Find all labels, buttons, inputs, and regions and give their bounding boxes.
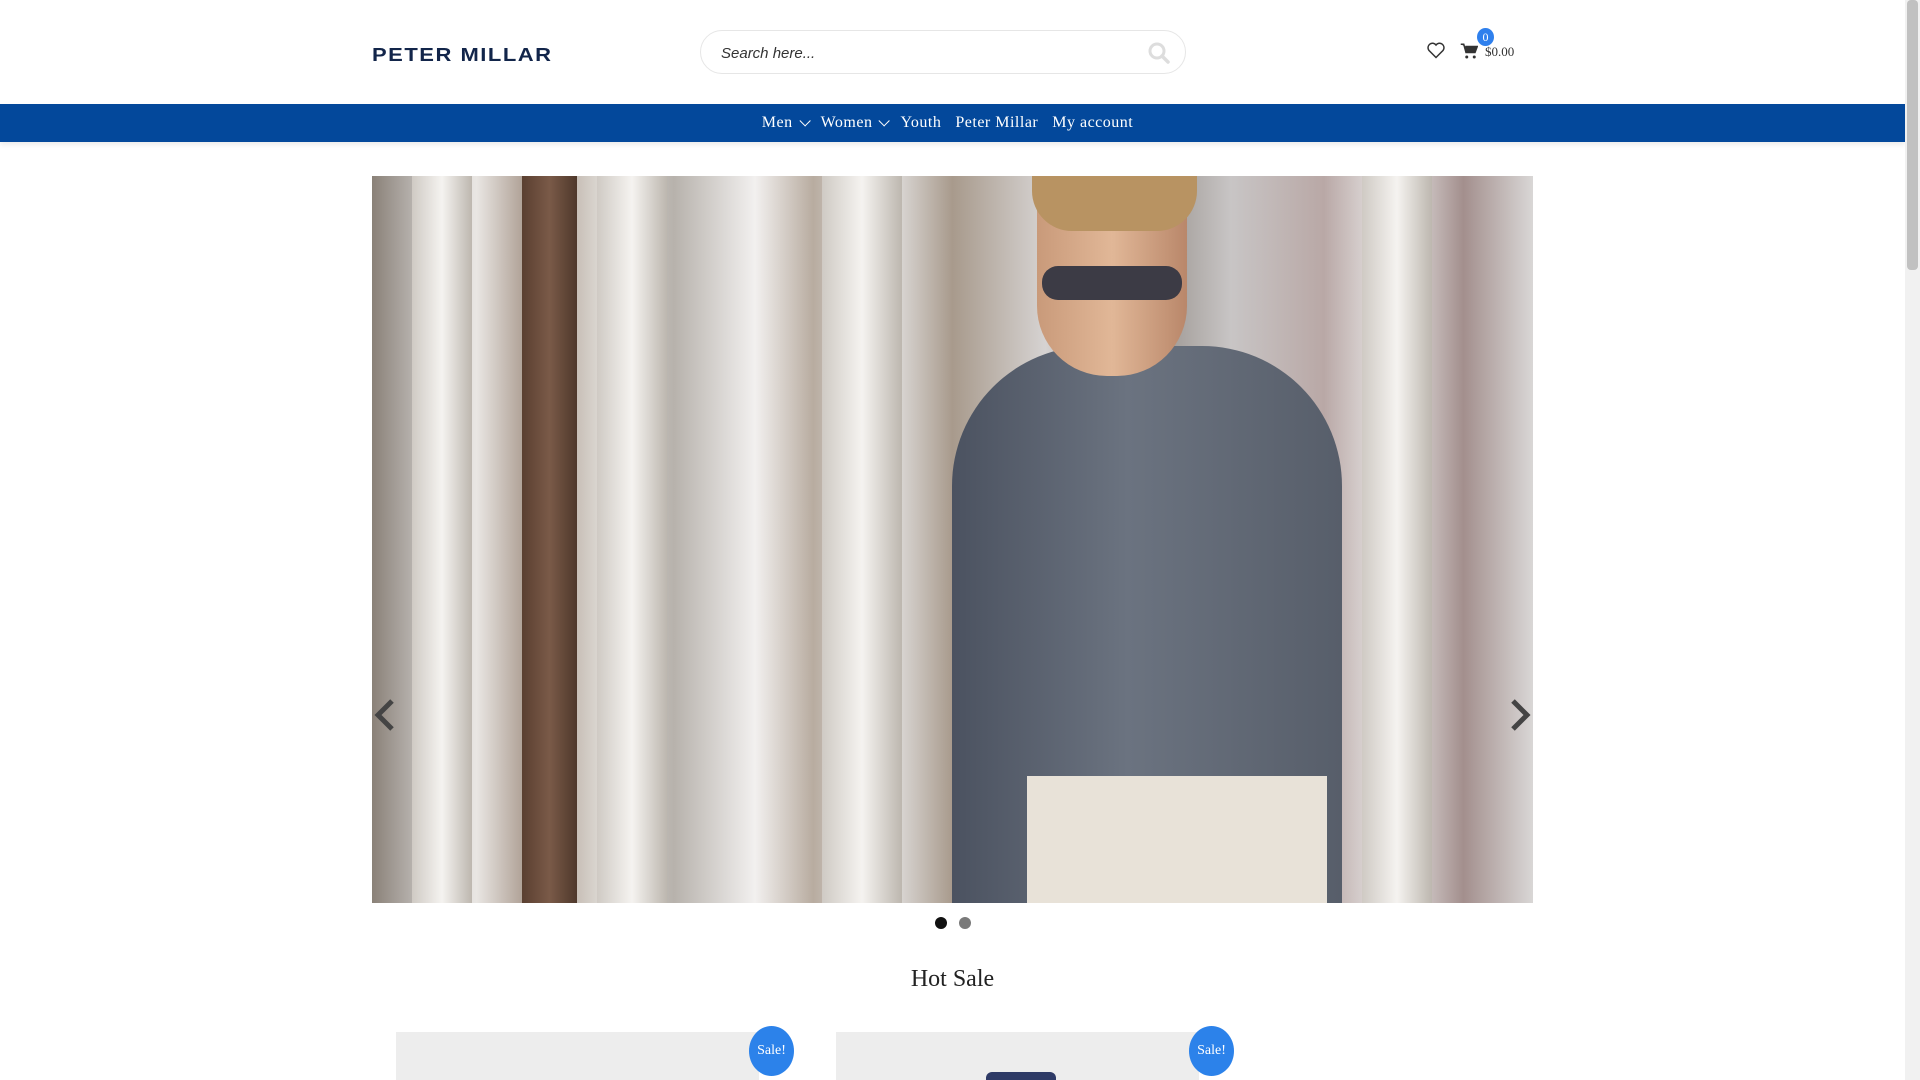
hero-slider[interactable] — [372, 176, 1533, 903]
next-slide-button[interactable] — [1507, 697, 1533, 733]
chevron-left-icon — [374, 699, 394, 731]
tree-trunk — [412, 176, 472, 903]
hero-model-sunglasses — [1042, 266, 1182, 300]
chevron-down-icon — [878, 115, 891, 127]
tree-trunk — [597, 176, 667, 903]
cart-button[interactable] — [1460, 42, 1479, 60]
tree-trunk — [522, 176, 577, 903]
nav-item-my-account[interactable]: My account — [1052, 114, 1133, 132]
tree-trunk — [822, 176, 902, 903]
nav-label: Men — [761, 114, 793, 131]
tree-trunk — [1362, 176, 1432, 903]
cart-icon — [1460, 43, 1479, 59]
nav-item-peter-millar[interactable]: Peter Millar — [955, 114, 1038, 132]
wishlist-button[interactable] — [1426, 40, 1446, 60]
product-card[interactable] — [396, 1032, 759, 1080]
slide-dot-2[interactable] — [959, 917, 971, 929]
nav-item-men[interactable]: Men — [761, 114, 811, 132]
chevron-down-icon — [799, 115, 811, 127]
product-card[interactable] — [836, 1032, 1199, 1080]
slide-dot-1[interactable] — [935, 917, 947, 929]
scrollbar-thumb[interactable] — [1907, 0, 1918, 270]
logo[interactable]: PETER MILLAR — [372, 44, 553, 66]
hero-model-pants — [1027, 776, 1327, 903]
sale-badge: Sale! — [1189, 1026, 1234, 1076]
search-input[interactable] — [721, 41, 1121, 65]
chevron-right-icon — [1511, 699, 1531, 731]
search-button[interactable] — [1147, 41, 1171, 65]
search-bar — [700, 30, 1186, 74]
search-icon — [1148, 42, 1170, 64]
product-image — [986, 1072, 1056, 1080]
nav-label: Women — [820, 114, 873, 131]
cart-total[interactable]: $0.00 — [1485, 44, 1514, 60]
hero-model-hair — [1032, 176, 1197, 231]
nav-item-women[interactable]: Women — [820, 114, 891, 132]
nav-item-youth[interactable]: Youth — [900, 114, 941, 132]
prev-slide-button[interactable] — [372, 697, 398, 733]
heart-icon — [1427, 42, 1445, 59]
sale-badge: Sale! — [749, 1026, 794, 1076]
slider-dots — [935, 917, 971, 929]
main-nav: Men Women Youth Peter Millar My account — [0, 104, 1905, 142]
section-title: Hot Sale — [910, 966, 995, 992]
